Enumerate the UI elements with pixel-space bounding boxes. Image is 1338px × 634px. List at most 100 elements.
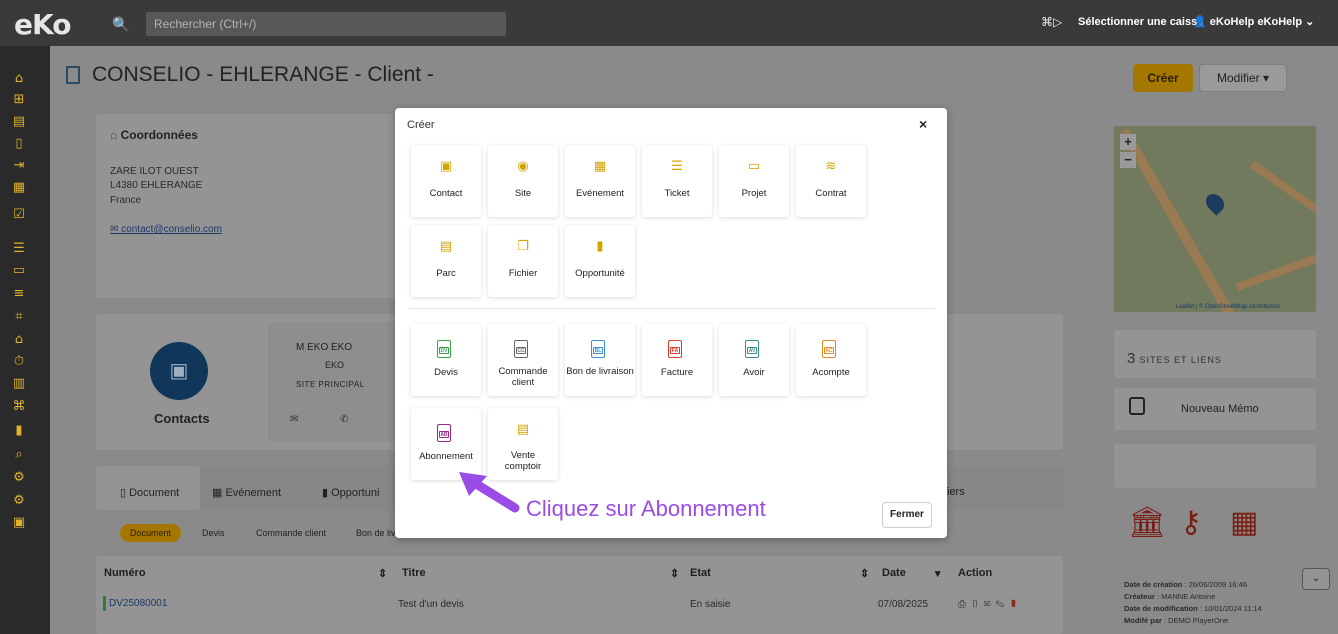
create-avoir-tile[interactable]: AV Avoir <box>719 324 789 396</box>
select-cashier-button[interactable]: Sélectionner une caisse <box>1078 16 1203 28</box>
modify-button[interactable]: Modifier ▾ <box>1199 64 1287 92</box>
create-devis-tile[interactable]: DV Devis <box>411 324 481 396</box>
tab-files[interactable]: iers <box>947 486 965 498</box>
app-logo[interactable]: eKo <box>14 8 71 41</box>
row-number-link[interactable]: DV25080001 <box>103 596 167 611</box>
close-button[interactable]: Fermer <box>882 502 932 528</box>
calculator-big-icon[interactable]: ▦ <box>1230 505 1258 540</box>
sort-icon[interactable]: ⇕ <box>860 567 869 580</box>
mail-icon[interactable]: ✉ <box>290 414 298 425</box>
list-icon[interactable]: ▤ <box>11 115 27 129</box>
check-calendar-icon[interactable]: ☑ <box>11 208 27 222</box>
contacts-avatar-icon[interactable]: ▣ <box>150 342 208 400</box>
tile-label: Avoir <box>743 367 765 378</box>
col-header-date[interactable]: Date <box>882 567 906 579</box>
zoom-in-button[interactable]: + <box>1120 134 1136 150</box>
edit-icon[interactable]: ✎ <box>996 599 1010 610</box>
folder-icon[interactable]: ▭ <box>11 264 27 278</box>
sites-count: 3 <box>1127 350 1136 367</box>
network-icon[interactable]: ⌗ <box>11 310 27 324</box>
row-title: Test d'un devis <box>398 599 464 610</box>
file-small-icon[interactable]: ▯ <box>971 599 984 610</box>
tile-label: Projet <box>741 188 767 199</box>
close-icon[interactable]: × <box>919 116 927 132</box>
cog-icon[interactable]: ⚙ <box>11 494 27 508</box>
key-icon[interactable]: ⚷ <box>1180 505 1202 540</box>
col-header-number[interactable]: Numéro <box>104 567 146 579</box>
filter-document[interactable]: Document <box>120 524 182 542</box>
tab-document[interactable]: ▯ Document <box>120 486 179 499</box>
page-title: CONSELIO - EHLERANGE - Client - <box>92 63 434 86</box>
map-road <box>1119 128 1239 312</box>
tasks-icon[interactable]: ☰ <box>11 242 27 256</box>
filter-devis[interactable]: Devis <box>192 524 235 542</box>
create-event-tile[interactable]: ▦ Evénement <box>565 145 635 217</box>
create-bon-livraison-tile[interactable]: BL Bon de livraison <box>565 324 635 396</box>
col-header-title[interactable]: Titre <box>402 567 426 579</box>
receipt-icon: ▤ <box>516 422 530 437</box>
search-input[interactable] <box>146 12 506 36</box>
tab-event[interactable]: ▦ Evénement <box>212 486 281 499</box>
map-attribution[interactable]: Leaflet | © OpenStreetMap contributors <box>1176 304 1280 310</box>
search-icon[interactable]: 🔍 <box>110 13 132 35</box>
sort-icon[interactable]: ⇕ <box>670 567 679 580</box>
create-button[interactable]: Créer <box>1133 64 1193 92</box>
delete-icon[interactable]: ▮ <box>1010 599 1023 610</box>
warehouse-icon[interactable]: ⌂ <box>11 333 27 347</box>
invoice-icon[interactable]: ▥ <box>11 377 27 391</box>
location-pin-icon: ◉ <box>517 159 529 174</box>
create-site-tile[interactable]: ◉ Site <box>488 145 558 217</box>
create-parc-tile[interactable]: ▤ Parc <box>411 225 481 297</box>
checklist-icon[interactable]: ≡ <box>11 287 27 301</box>
stopwatch-icon[interactable]: ⏱ <box>11 355 27 369</box>
chart-icon[interactable]: ▮ <box>11 424 27 438</box>
filter-commande-client[interactable]: Commande client <box>246 524 336 542</box>
email-link[interactable]: ✉ contact@conselio.com <box>110 224 222 235</box>
sites-and-links[interactable]: 3 SITES ET LIENS <box>1127 350 1222 367</box>
row-actions[interactable]: ⎙▯✉✎▮ <box>958 599 1022 610</box>
add-icon[interactable]: ⊞ <box>11 93 27 107</box>
sort-icon[interactable]: ⇕ <box>378 567 387 580</box>
chevron-down-icon[interactable]: ⌄ <box>1302 568 1330 590</box>
tab-opportunity-label: Opportuni <box>331 487 380 499</box>
memo-textarea[interactable] <box>1114 444 1316 488</box>
create-project-tile[interactable]: ▭ Projet <box>719 145 789 217</box>
sort-down-icon[interactable]: ▾ <box>935 567 941 580</box>
address-country: France <box>110 195 142 206</box>
create-opportunity-tile[interactable]: ▮ Opportunité <box>565 225 635 297</box>
modal-title: Créer <box>407 119 435 131</box>
create-ticket-tile[interactable]: ☰ Ticket <box>642 145 712 217</box>
phone-icon[interactable]: ✆ <box>340 414 348 425</box>
zoom-out-button[interactable]: − <box>1120 152 1136 168</box>
export-icon[interactable]: ⇥ <box>11 159 27 173</box>
search-side-icon[interactable]: ⌕ <box>11 448 27 462</box>
bank-icon[interactable]: 🏛 <box>1128 505 1166 540</box>
tab-opportunity[interactable]: ▮ Opportuni <box>322 486 379 499</box>
created-date-value: : 26/06/2009 16:46 <box>1182 580 1247 589</box>
calculator-icon[interactable]: ▣ <box>11 516 27 530</box>
create-contract-tile[interactable]: ≋ Contrat <box>796 145 866 217</box>
contact-company: EKO <box>325 360 345 370</box>
document-icon[interactable]: ▯ <box>11 137 27 151</box>
calendar-icon[interactable]: ▦ <box>11 181 27 195</box>
tile-label: Opportunité <box>575 268 625 279</box>
contact-site: SITE PRINCIPAL <box>296 380 365 389</box>
create-acompte-tile[interactable]: AC Acompte <box>796 324 866 396</box>
home-icon[interactable]: ⌂ <box>11 72 27 86</box>
create-contact-tile[interactable]: ▣ Contact <box>411 145 481 217</box>
print-icon[interactable]: ⎙ <box>958 599 971 610</box>
create-file-tile[interactable]: ❐ Fichier <box>488 225 558 297</box>
cashier-icon[interactable]: ⌘▷ <box>1041 15 1062 29</box>
hint-arrow-icon <box>459 472 520 513</box>
new-memo-label: Nouveau Mémo <box>1181 403 1259 415</box>
creator: Créateur : MANNE Antoine <box>1124 592 1215 601</box>
building-icon[interactable]: ⌘ <box>11 400 27 414</box>
user-menu[interactable]: 👤 eKoHelp eKoHelp ⌄ <box>1193 15 1314 28</box>
create-facture-tile[interactable]: FA Facture <box>642 324 712 396</box>
tile-label: Contact <box>429 188 463 199</box>
gears-icon[interactable]: ⚙ <box>11 471 27 485</box>
col-header-state[interactable]: Etat <box>690 567 711 579</box>
map[interactable] <box>1114 126 1316 312</box>
mail-small-icon[interactable]: ✉ <box>984 599 996 610</box>
create-commande-client-tile[interactable]: CC Commande client <box>488 324 558 396</box>
